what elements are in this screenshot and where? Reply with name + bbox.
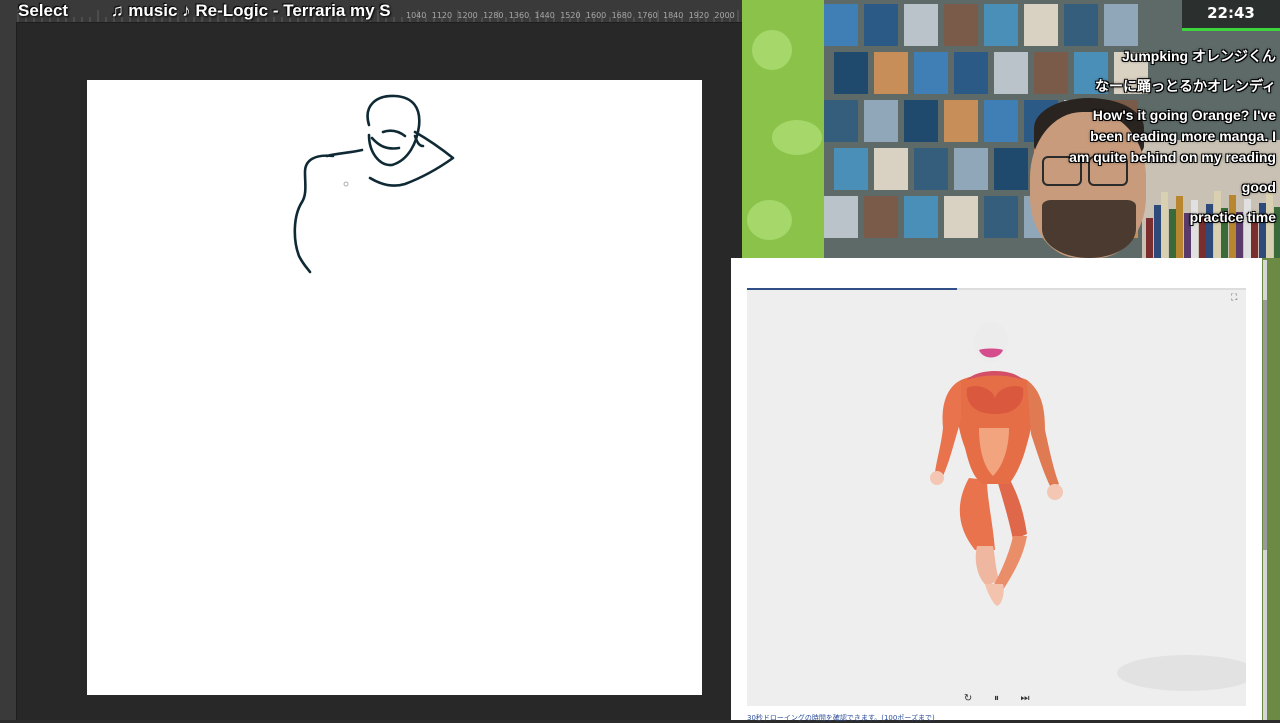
- session-timer: 22:43: [1182, 0, 1280, 31]
- wall-poster: [864, 4, 898, 46]
- wall-poster: [824, 4, 858, 46]
- current-tool-label: Select: [18, 0, 68, 22]
- chat-line: good: [1242, 179, 1276, 195]
- wall-poster: [904, 100, 938, 142]
- book-spine: [1161, 192, 1168, 258]
- playback-controls: ↻ ⏸ ⏭: [747, 688, 1246, 702]
- feet: [985, 584, 1004, 606]
- sketch-right-shoulder-stroke: [370, 132, 453, 186]
- wall-poster: [904, 4, 938, 46]
- book-spine: [1169, 209, 1176, 258]
- book-spine: [1146, 218, 1153, 258]
- vertical-ruler: [0, 22, 17, 720]
- wall-poster: [994, 148, 1028, 190]
- wall-poster: [984, 4, 1018, 46]
- left-thigh: [960, 478, 995, 550]
- anatomy-figure: [747, 288, 1246, 706]
- book-spine: [1244, 199, 1251, 258]
- book-spine: [1229, 195, 1236, 258]
- streamer-beard: [1042, 200, 1136, 258]
- wall-poster: [824, 100, 858, 142]
- chat-line: practice time: [1190, 209, 1276, 225]
- drawing-app: 1040 1120 1200 1280 1360 1440 1520 1600 1680 1760…: [0, 0, 742, 720]
- wall-poster: [834, 52, 868, 94]
- wall-poster: [824, 196, 858, 238]
- gesture-sketch: [87, 80, 702, 695]
- wall-poster: [864, 100, 898, 142]
- ruler-label: 1600: [586, 11, 606, 20]
- chat-line: am quite behind on my reading: [1069, 149, 1276, 165]
- ruler-label: 1840: [663, 11, 683, 20]
- book-spine: [1176, 196, 1183, 258]
- ruler-label: 1200: [457, 11, 477, 20]
- skip-icon[interactable]: ⏭: [1013, 692, 1037, 706]
- pause-icon[interactable]: ⏸: [985, 692, 1009, 706]
- wall-poster: [994, 52, 1028, 94]
- wall-poster: [984, 100, 1018, 142]
- right-arm: [1027, 380, 1059, 488]
- floor-shadow: [1117, 655, 1246, 691]
- wall-poster: [864, 196, 898, 238]
- wall-poster: [834, 148, 868, 190]
- left-arm: [935, 380, 961, 476]
- wall-poster: [1024, 4, 1058, 46]
- ruler-label: 1280: [483, 11, 503, 20]
- scrollbar-thumb[interactable]: [1263, 300, 1267, 550]
- now-playing-music: ♫ music ♪ Re-Logic - Terraria my S: [111, 0, 391, 22]
- wall-poster: [1104, 4, 1138, 46]
- stream-overlay-title: Select ♫ music ♪ Re-Logic - Terraria my …: [18, 0, 391, 22]
- left-shin: [976, 546, 999, 586]
- ruler-label: 1760: [637, 11, 657, 20]
- restart-icon[interactable]: ↻: [956, 692, 980, 706]
- book-spine: [1154, 205, 1161, 258]
- chat-line: How's it going Orange? I've: [1093, 107, 1276, 123]
- ruler-label: 1360: [509, 11, 529, 20]
- wall-poster: [904, 196, 938, 238]
- wall-poster: [944, 196, 978, 238]
- sketch-jaw-stroke: [372, 138, 399, 149]
- wall-poster: [944, 100, 978, 142]
- wall-poster: [1064, 4, 1098, 46]
- ruler-label: 1120: [432, 11, 452, 20]
- chat-line: Jumpking オレンジくん: [1122, 46, 1276, 66]
- chat-line: been reading more manga. I: [1090, 128, 1276, 144]
- ruler-label: 1680: [612, 11, 632, 20]
- green-background-graphic: [742, 0, 824, 258]
- ruler-label: 1520: [560, 11, 580, 20]
- wall-poster: [954, 52, 988, 94]
- ruler-label: 2000: [714, 11, 734, 20]
- wall-poster: [954, 148, 988, 190]
- chat-line: なーに踊っとるかオレンディ: [1095, 76, 1276, 96]
- ruler-label: 1440: [535, 11, 555, 20]
- ruler-label: 1040: [406, 11, 426, 20]
- wall-poster: [874, 52, 908, 94]
- sketch-arm-stroke: [295, 156, 333, 272]
- sketch-face-stroke: [383, 131, 405, 136]
- sketch-brush-cursor: [344, 182, 348, 186]
- right-hand: [1047, 484, 1063, 500]
- wall-poster: [914, 52, 948, 94]
- drawing-canvas[interactable]: [87, 80, 702, 695]
- wall-poster: [914, 148, 948, 190]
- right-shin: [993, 536, 1027, 590]
- wall-poster: [944, 4, 978, 46]
- pose-viewer[interactable]: ⛶ ↻ ⏸ ⏭: [747, 288, 1246, 706]
- wall-poster: [1034, 52, 1068, 94]
- right-thigh: [997, 478, 1027, 540]
- reference-caption: 30秒ドローイングの時間を確認できます。(100ポーズまで): [747, 713, 935, 723]
- wall-poster: [984, 196, 1018, 238]
- ruler-label: 1920: [689, 11, 709, 20]
- wall-poster: [874, 148, 908, 190]
- left-hand: [930, 471, 944, 485]
